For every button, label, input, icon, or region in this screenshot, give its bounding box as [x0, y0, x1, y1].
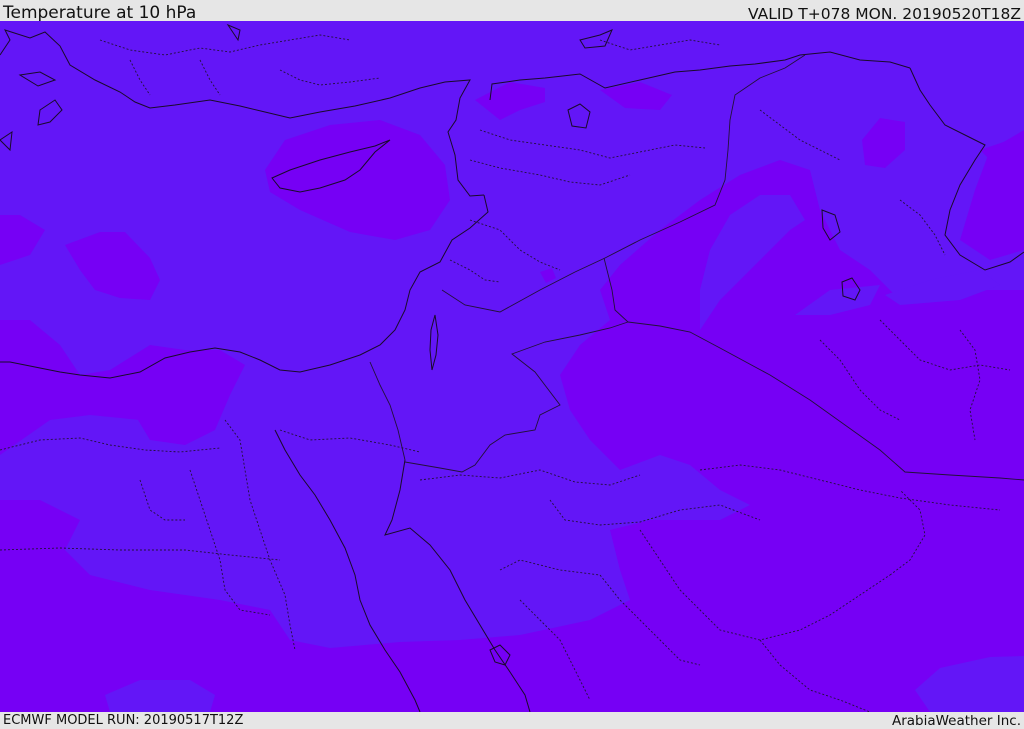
map-title: Temperature at 10 hPa — [3, 3, 197, 23]
footer-bar: ECMWF MODEL RUN: 20190517T12Z ArabiaWeat… — [0, 712, 1024, 729]
credit-label: ArabiaWeather Inc. — [891, 713, 1021, 729]
map-canvas — [0, 21, 1024, 712]
temperature-map — [0, 21, 1024, 712]
model-run-label: ECMWF MODEL RUN: 20190517T12Z — [3, 713, 244, 728]
weather-map-frame: Temperature at 10 hPa VALID T+078 MON. 2… — [0, 0, 1024, 729]
header-bar: Temperature at 10 hPa VALID T+078 MON. 2… — [0, 0, 1024, 23]
